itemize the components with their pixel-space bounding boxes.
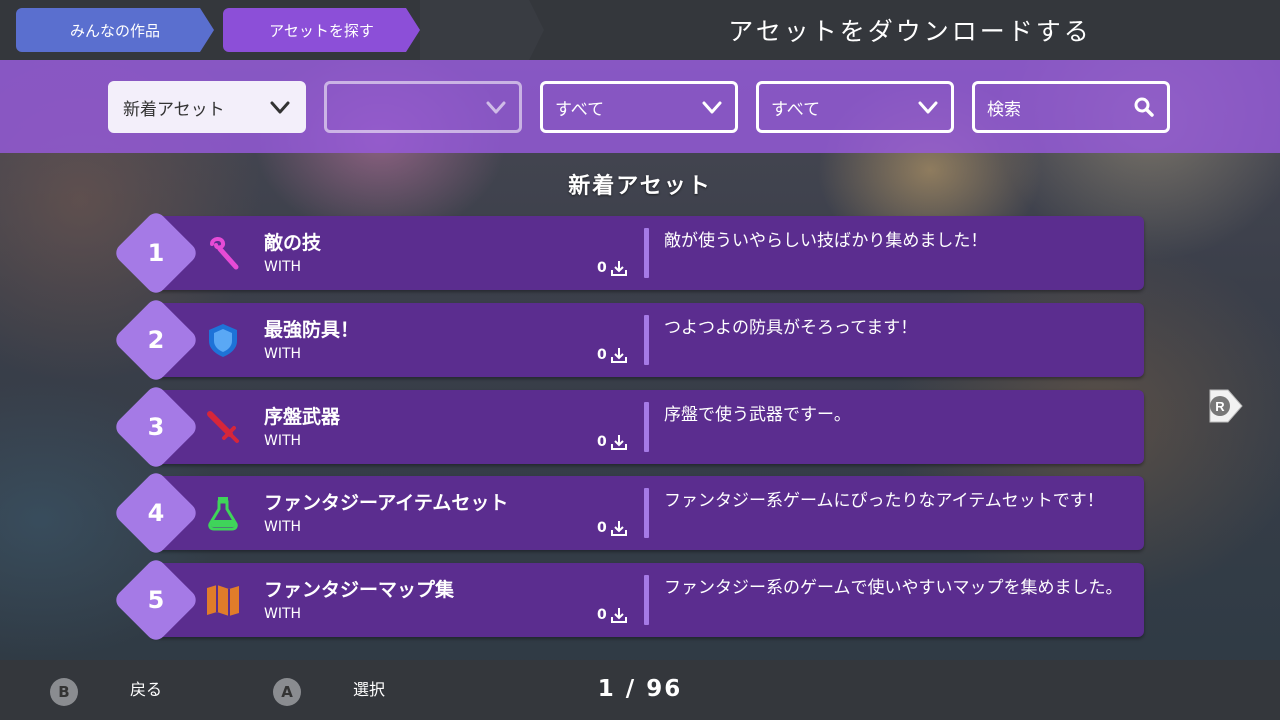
download-count: 0 [597, 346, 628, 364]
download-count-value: 0 [597, 260, 607, 276]
search-input[interactable]: 検索 [972, 81, 1170, 133]
rank-number: 4 [147, 499, 165, 527]
divider [644, 315, 649, 365]
a-button-icon: A [273, 678, 301, 706]
asset-name: 最強防具！ [264, 319, 360, 341]
sword-icon [207, 411, 239, 443]
asset-name: 敵の技 [264, 232, 322, 254]
asset-name: ファンタジーマップ集 [264, 579, 455, 601]
download-icon [610, 348, 627, 363]
section-title: 新着アセット [568, 174, 712, 199]
breadcrumb-tail [420, 0, 544, 60]
back-label: 戻る [130, 680, 163, 699]
list-item[interactable]: 4 ファンタジーアイテムセット WITH 0 ファンタジー系ゲームにぴったりなア… [112, 469, 1144, 557]
download-count-value: 0 [597, 347, 607, 363]
asset-engine: WITH [264, 606, 302, 622]
search-placeholder: 検索 [987, 99, 1021, 120]
divider [644, 575, 649, 625]
page-indicator: 1 / 96 [597, 676, 683, 702]
divider [644, 402, 649, 452]
download-count-value: 0 [597, 520, 607, 536]
chevron-down-icon [270, 101, 290, 114]
list-item[interactable]: 1 敵の技 WITH 0 敵が使ういやらしい技ばかり集めました！ [112, 209, 1144, 297]
breadcrumb-search-assets[interactable]: アセットを探す [223, 8, 420, 52]
download-count: 0 [597, 606, 628, 624]
engine-dropdown[interactable]: すべて [756, 81, 954, 133]
list-item[interactable]: 2 最強防具！ WITH 0 つよつよの防具がそろってます！ [112, 296, 1144, 384]
search-icon [1134, 97, 1154, 117]
potion-icon [208, 497, 238, 531]
asset-description: ファンタジー系ゲームにぴったりなアイテムセットです！ [664, 491, 1104, 511]
asset-description: 序盤で使う武器ですー。 [664, 405, 851, 425]
download-count: 0 [597, 519, 628, 537]
b-button-icon: B [50, 678, 78, 706]
list-item[interactable]: 5 ファンタジーマップ集 WITH 0 ファンタジー系のゲームで使いやすいマップ… [112, 556, 1144, 644]
screen-title: アセットをダウンロードする [728, 17, 1092, 46]
asset-engine: WITH [264, 433, 302, 449]
asset-engine: WITH [264, 259, 302, 275]
shield-icon [209, 324, 237, 357]
download-count: 0 [597, 433, 628, 451]
download-icon [610, 261, 627, 276]
rank-number: 5 [147, 586, 165, 614]
asset-name: 序盤武器 [264, 406, 341, 428]
divider [644, 488, 649, 538]
filter-bar: 新着アセット すべて すべて 検索 [0, 60, 1280, 153]
chevron-down-icon [918, 101, 938, 114]
top-bar: みんなの作品 アセットを探す アセットをダウンロードする [0, 0, 1280, 60]
divider [644, 228, 649, 278]
rank-number: 3 [147, 413, 165, 441]
asset-description: 敵が使ういやらしい技ばかり集めました！ [664, 231, 988, 251]
engine-dropdown-label: すべて [771, 99, 821, 120]
list-item[interactable]: 3 序盤武器 WITH 0 序盤で使う武器ですー。 [112, 383, 1144, 471]
select-hint[interactable]: A 選択 [273, 678, 457, 706]
r-button-label: R [1215, 399, 1225, 414]
breadcrumb-community-works[interactable]: みんなの作品 [16, 8, 214, 52]
select-label: 選択 [353, 680, 386, 699]
asset-description: ファンタジー系のゲームで使いやすいマップを集めました。 [664, 578, 1123, 598]
next-page-r-button[interactable]: R [1204, 386, 1244, 426]
download-count: 0 [597, 259, 628, 277]
sort-dropdown-label: 新着アセット [123, 99, 225, 120]
chevron-down-icon [702, 101, 722, 114]
download-count-value: 0 [597, 607, 607, 623]
type-dropdown[interactable]: すべて [540, 81, 738, 133]
back-hint[interactable]: B 戻る [50, 678, 234, 706]
asset-description: つよつよの防具がそろってます！ [664, 318, 918, 338]
asset-name: ファンタジーアイテムセット [264, 492, 509, 514]
download-count-value: 0 [597, 434, 607, 450]
download-icon [610, 521, 627, 536]
map-icon [207, 585, 239, 616]
chevron-down-icon [486, 101, 506, 114]
asset-engine: WITH [264, 519, 302, 535]
sort-dropdown[interactable]: 新着アセット [108, 81, 306, 133]
magic-staff-icon [210, 237, 239, 270]
download-icon [610, 435, 627, 450]
download-icon [610, 608, 627, 623]
category-dropdown[interactable] [324, 81, 522, 133]
rank-number: 2 [147, 326, 165, 354]
rank-number: 1 [147, 239, 165, 267]
type-dropdown-label: すべて [555, 99, 605, 120]
asset-engine: WITH [264, 346, 302, 362]
